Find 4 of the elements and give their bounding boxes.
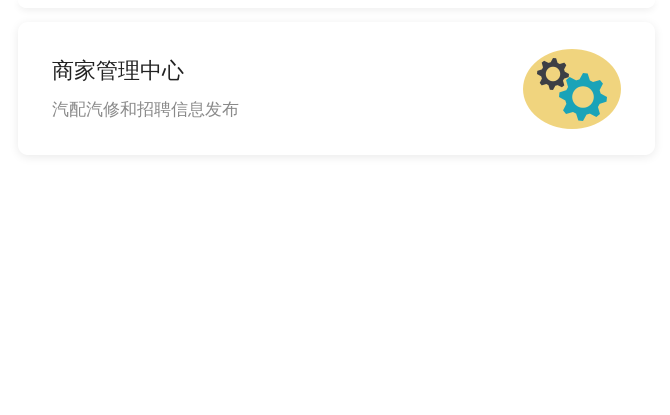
- card-subtitle: 汽配汽修和招聘信息发布: [52, 99, 239, 121]
- gears-icon: [523, 48, 621, 128]
- card-title: 商家管理中心: [52, 58, 185, 86]
- menu-card[interactable]: 商家管理中心 汽配汽修和招聘信息发布: [18, 22, 655, 155]
